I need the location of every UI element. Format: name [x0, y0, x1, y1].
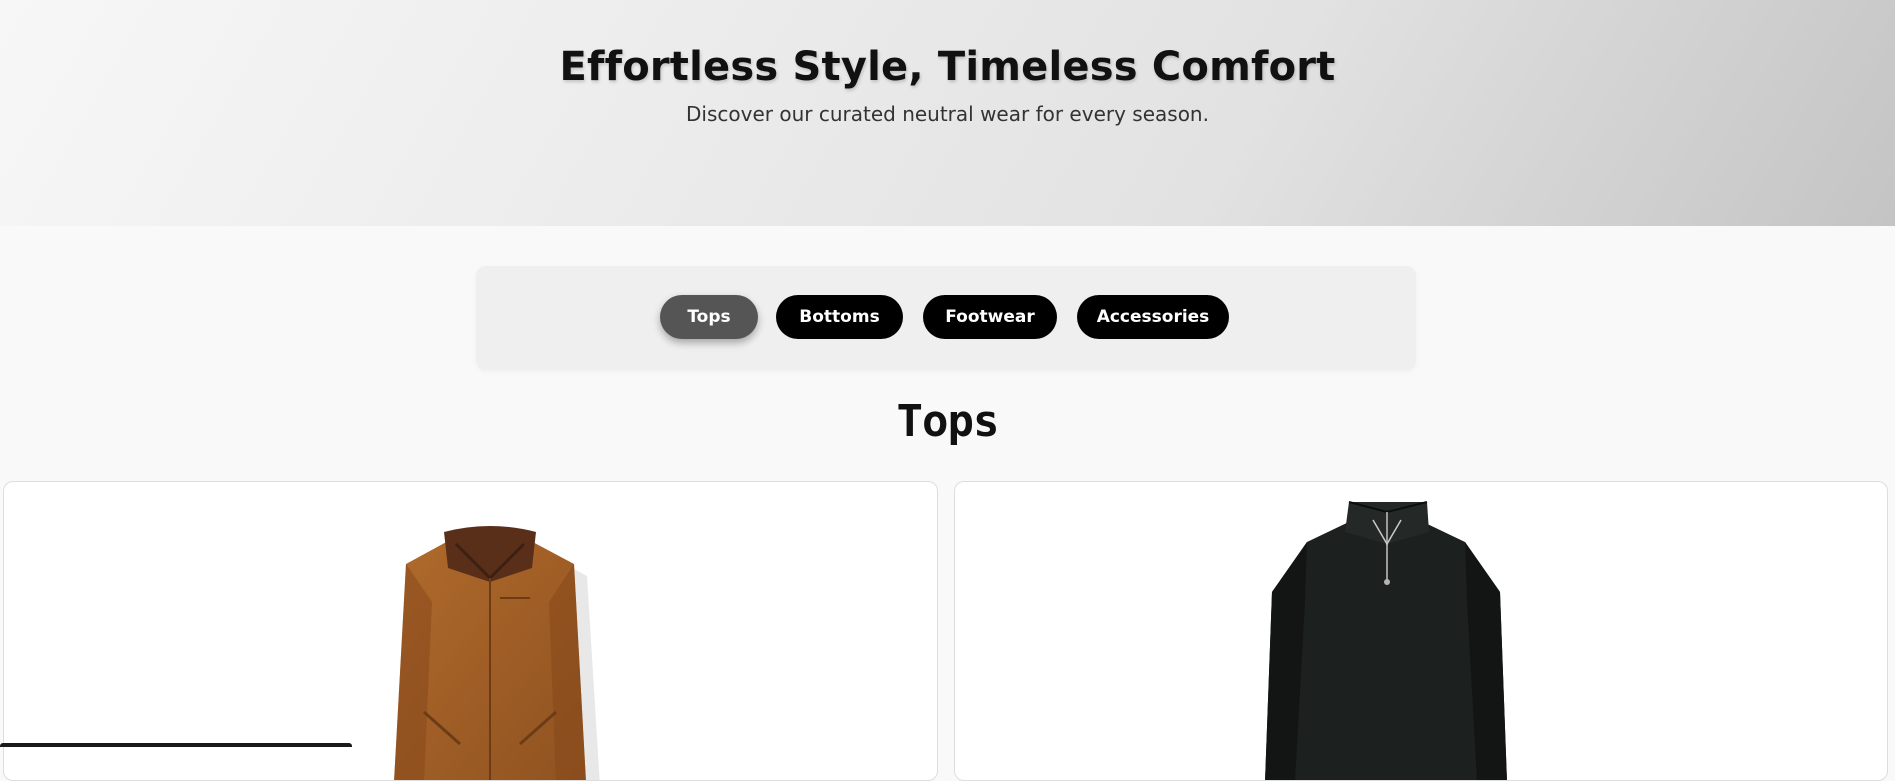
hero-title: Effortless Style, Timeless Comfort — [559, 44, 1336, 90]
section-title: Tops — [896, 396, 1000, 447]
bottom-toast-bar — [0, 743, 352, 747]
filter-button-accessories[interactable]: Accessories — [1077, 295, 1229, 339]
hero-subtitle: Discover our curated neutral wear for ev… — [686, 102, 1209, 126]
product-card[interactable] — [954, 481, 1888, 781]
hero-banner: Effortless Style, Timeless Comfort Disco… — [0, 0, 1895, 226]
product-image-black-quarter-zip-sweatshirt — [1265, 501, 1507, 780]
product-image-brown-jacket — [394, 526, 600, 780]
filter-button-tops[interactable]: Tops — [660, 295, 758, 339]
filter-button-footwear[interactable]: Footwear — [923, 295, 1057, 339]
product-card[interactable] — [3, 481, 938, 781]
filter-button-bottoms[interactable]: Bottoms — [776, 295, 903, 339]
